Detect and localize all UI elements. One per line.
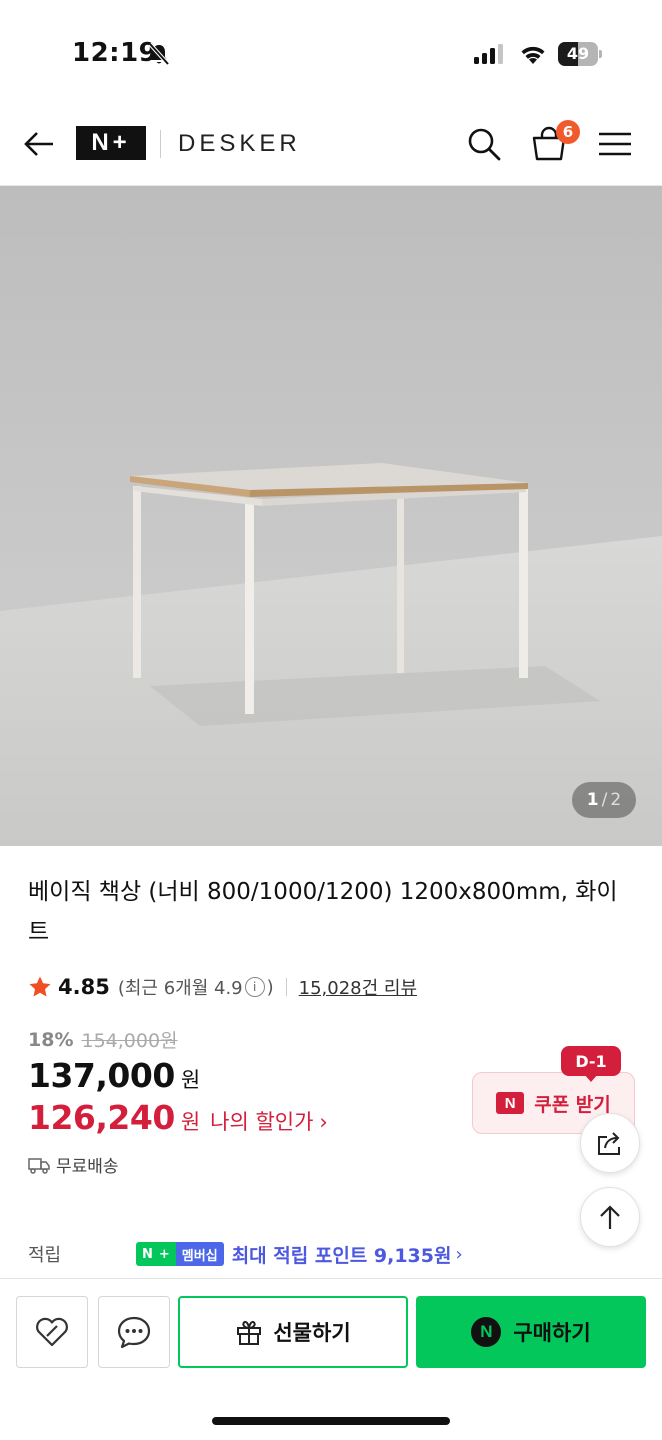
image-counter-current: 1 [586, 790, 599, 810]
heart-icon [36, 1317, 68, 1347]
share-button[interactable] [580, 1113, 640, 1173]
max-points-text: 최대 적립 포인트 9,135원 [231, 1244, 452, 1267]
share-icon [598, 1132, 620, 1155]
coupon-dday-badge: D-1 [561, 1046, 621, 1076]
plus-icon: + [158, 1242, 176, 1266]
buy-now-button[interactable]: N 구매하기 [416, 1296, 646, 1368]
member-price-label: 나의 할인가 [210, 1110, 314, 1134]
status-time: 12:19 [72, 38, 158, 68]
membership-label: 멤버십 [175, 1242, 224, 1266]
image-counter-separator: / [601, 790, 608, 810]
store-name[interactable]: DESKER [178, 130, 301, 158]
member-price: 126,240 [28, 1098, 175, 1137]
home-indicator [212, 1417, 450, 1425]
battery-cap [599, 50, 602, 58]
chevron-right-icon: › [455, 1243, 463, 1265]
bell-slash-icon [148, 42, 170, 66]
naver-n-icon: N [496, 1092, 525, 1114]
cellular-signal-icon [474, 44, 503, 64]
gift-icon [237, 1320, 262, 1345]
image-counter: 1 / 2 [572, 782, 636, 818]
coupon-label: 쿠폰 받기 [534, 1093, 611, 1116]
naver-n-icon: N [136, 1242, 159, 1266]
review-count-link[interactable]: 15,028건 리뷰 [299, 974, 417, 1000]
shipping-text: 무료배송 [56, 1157, 119, 1177]
recent-rating-text: (최근 6개월 4.9 [117, 978, 243, 999]
info-icon[interactable]: i [244, 977, 265, 997]
cart-count-badge: 6 [556, 120, 580, 144]
shipping-info: 무료배송 [28, 1152, 119, 1177]
brand-divider [160, 130, 161, 158]
wishlist-button[interactable] [16, 1296, 88, 1368]
discount-rate: 18% [28, 1028, 74, 1051]
sale-price-currency: 원 [180, 1068, 201, 1092]
app-header: N+ DESKER 6 [0, 100, 662, 186]
naver-plus-store-logo[interactable]: N+ [76, 126, 146, 160]
sale-price: 137,000 [28, 1056, 175, 1095]
back-arrow-icon[interactable] [22, 128, 56, 160]
chevron-right-icon: › [319, 1110, 328, 1134]
discount-row: 18% 154,000원 [28, 1026, 178, 1053]
buy-label: 구매하기 [513, 1321, 591, 1345]
talk-talk-chat-button[interactable] [98, 1296, 170, 1368]
coupon-dday-tail [584, 1074, 598, 1082]
naver-plus-membership-badge: N + 멤버십 [136, 1242, 224, 1266]
product-title: 베이직 책상 (너비 800/1000/1200) 1200x800mm, 화이… [28, 879, 618, 945]
points-label: 적립 [28, 1245, 62, 1266]
sale-price-row: 137,000 원 [28, 1056, 200, 1095]
gift-label: 선물하기 [273, 1321, 351, 1345]
star-icon [29, 976, 51, 997]
product-image[interactable] [0, 186, 662, 846]
chat-bubble-icon [117, 1316, 151, 1349]
battery-text: 49 [566, 44, 590, 63]
rating-row: 4.85 (최근 6개월 4.9 i ) 15,028건 리뷰 [28, 972, 417, 1002]
search-icon[interactable] [466, 126, 502, 162]
rating-divider [285, 978, 287, 996]
battery-indicator: 49 [558, 42, 602, 66]
wifi-icon [521, 46, 545, 64]
original-price: 154,000원 [81, 1030, 178, 1052]
arrow-up-icon [600, 1205, 620, 1229]
recent-rating-close: ) [266, 976, 274, 998]
truck-icon [28, 1157, 50, 1174]
status-bar: 12:19 49 [0, 0, 662, 100]
bottom-action-bar: 선물하기 N 구매하기 [0, 1278, 662, 1440]
battery-body: 49 [558, 42, 598, 66]
gift-button[interactable]: 선물하기 [178, 1296, 408, 1368]
my-discount-price-link[interactable]: 126,240 원 나의 할인가 › [28, 1098, 328, 1137]
points-row[interactable]: 적립 N + 멤버십 최대 적립 포인트 9,135원 › [28, 1238, 648, 1270]
member-price-currency: 원 [180, 1110, 201, 1134]
rating-score: 4.85 [58, 975, 110, 999]
naver-pay-icon: N [471, 1317, 502, 1347]
hamburger-menu-icon[interactable] [598, 130, 632, 158]
image-counter-total: 2 [610, 790, 622, 810]
